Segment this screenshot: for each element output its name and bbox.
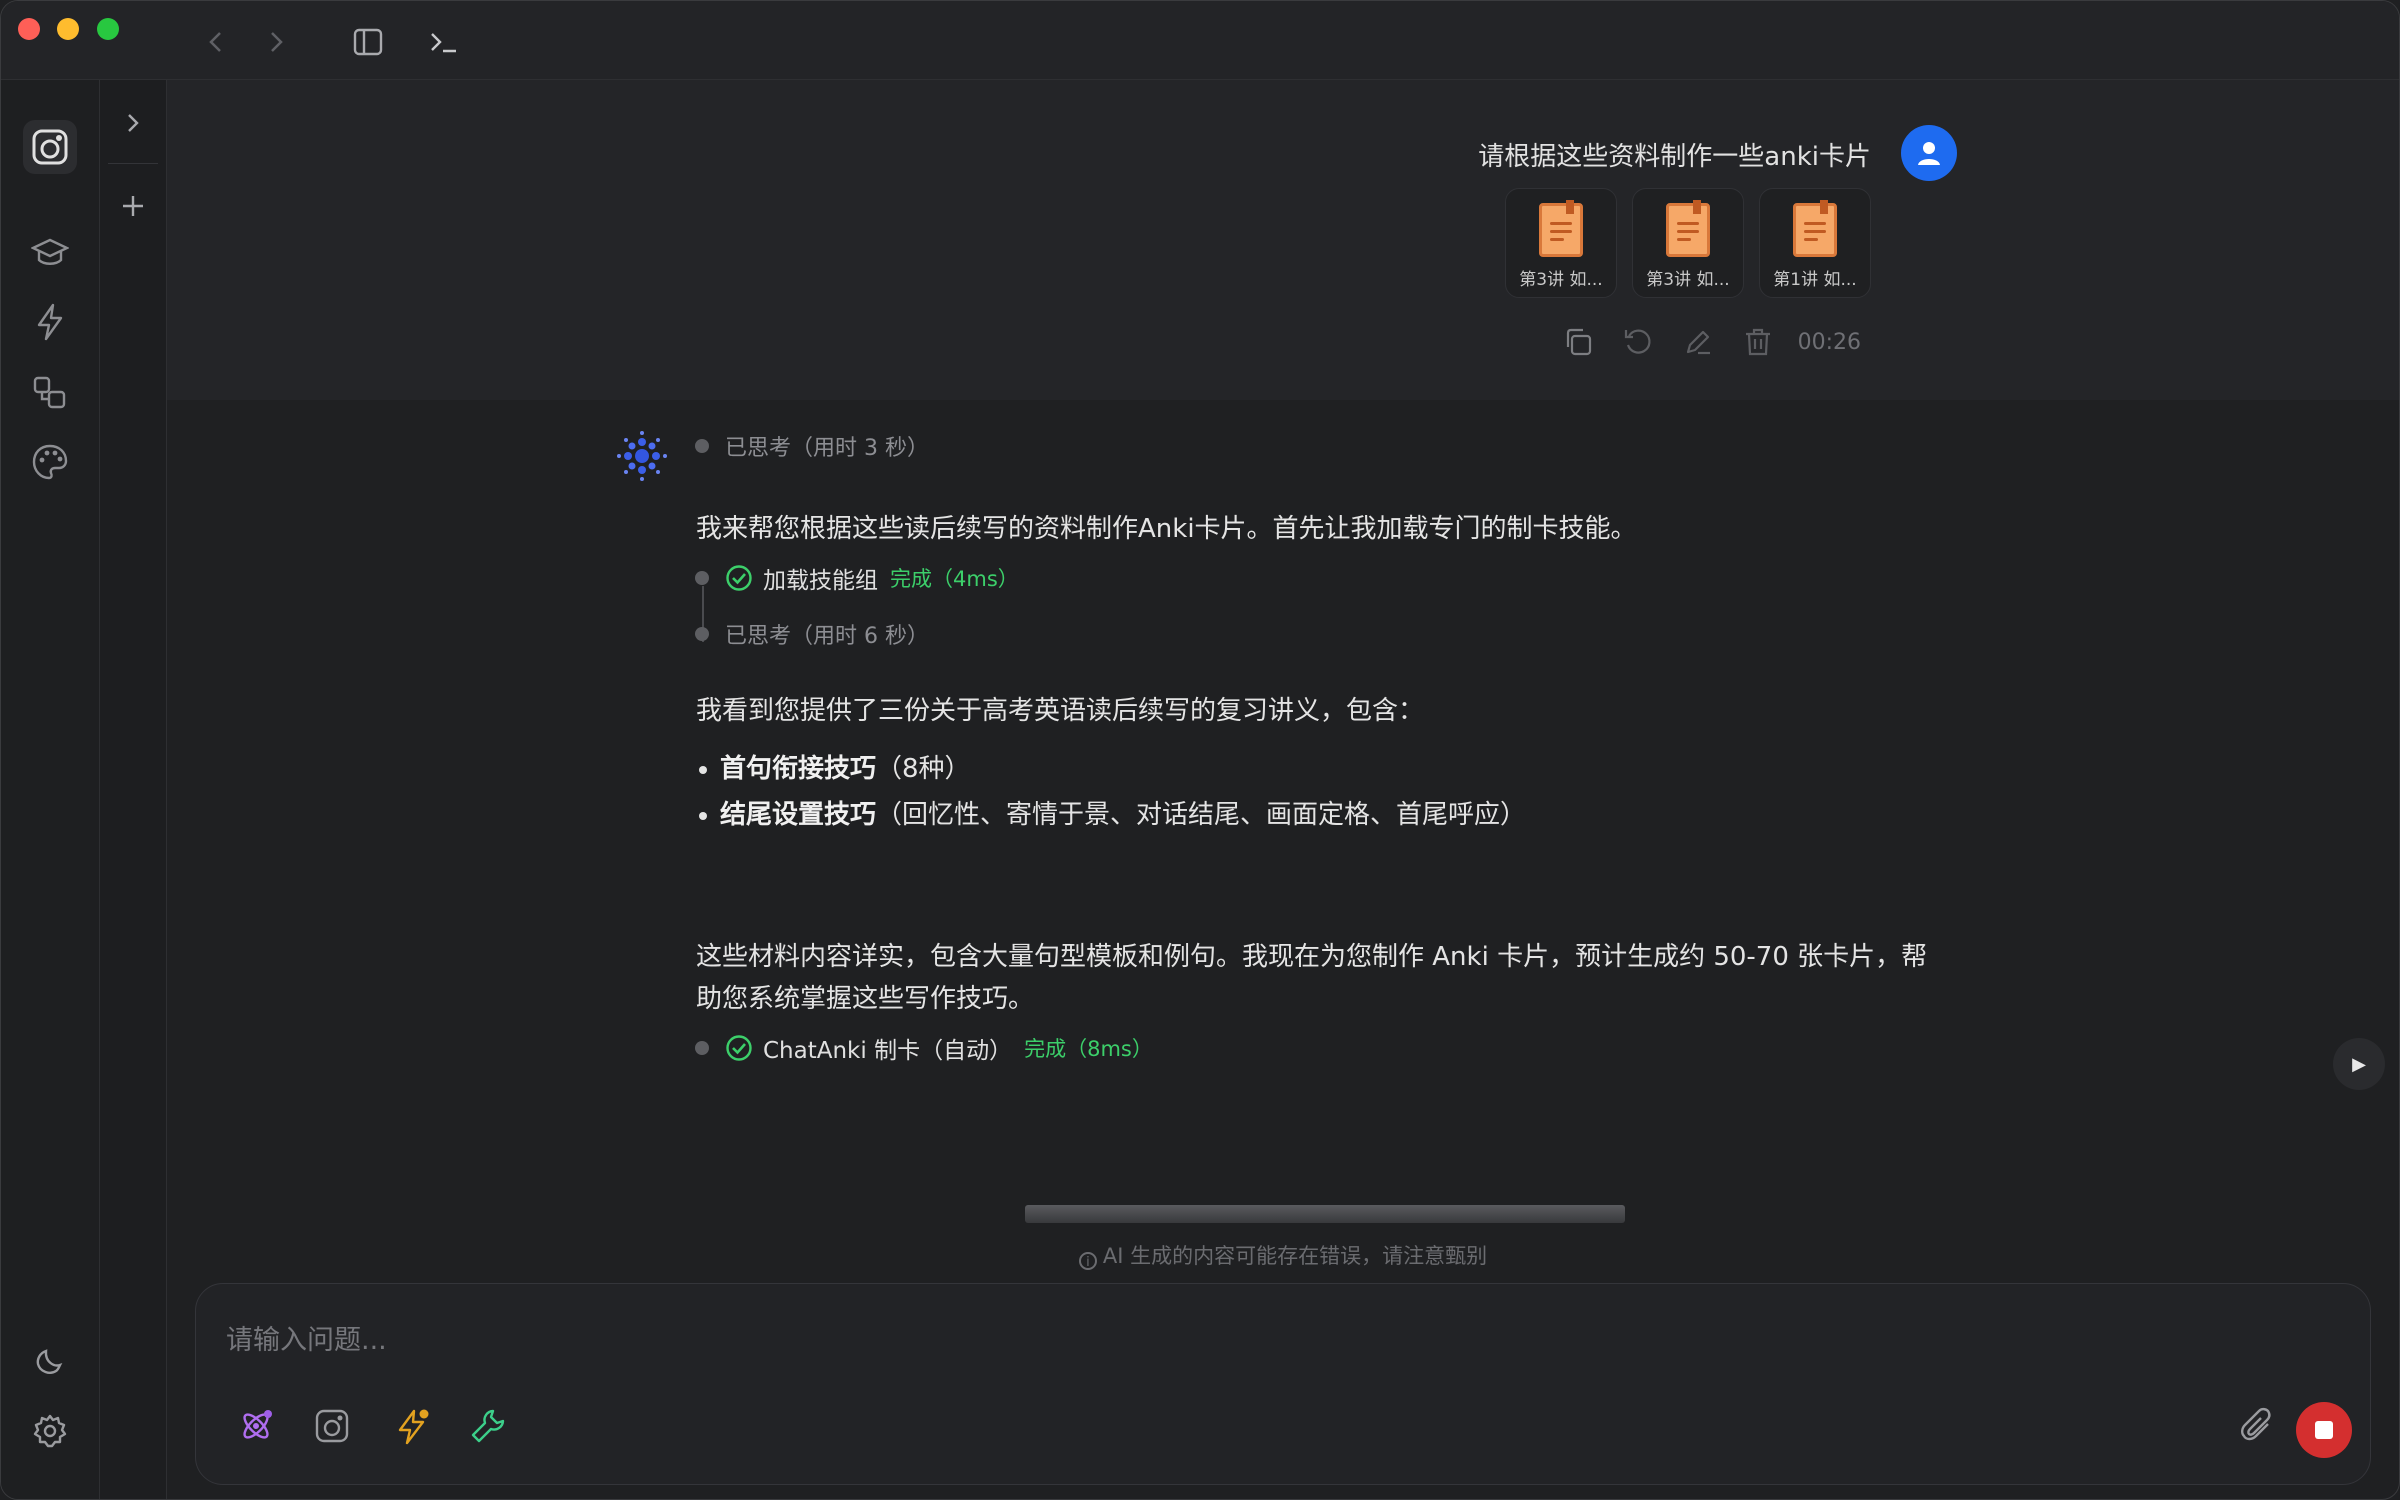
generation-progress-bar: [1025, 1205, 1625, 1223]
stop-square-icon: [2315, 1421, 2333, 1439]
attachment-card[interactable]: 第3讲 如...: [1632, 188, 1744, 298]
elapsed-time: 00:26: [1797, 329, 1861, 355]
moon-icon[interactable]: [28, 1339, 72, 1383]
anki-icon[interactable]: [310, 1404, 354, 1448]
disclaimer-text: AI 生成的内容可能存在错误，请注意甄别: [1102, 1244, 1488, 1268]
assistant-paragraph: 我来帮您根据这些读后续写的资料制作Anki卡片。首先让我加载专门的制卡技能。: [696, 514, 1637, 544]
list-item: 首句衔接技巧（8种）: [698, 746, 1526, 792]
document-icon: [1666, 200, 1710, 257]
divider: [108, 163, 158, 164]
tool-name: 加载技能组: [763, 568, 878, 594]
step-dot: [695, 1041, 709, 1055]
attachment-list: 第3讲 如... 第3讲 如... 第1讲 如...: [1505, 188, 1871, 298]
terminal-icon[interactable]: [427, 25, 461, 59]
atom-icon[interactable]: [234, 1404, 278, 1448]
attachment-card[interactable]: 第1讲 如...: [1759, 188, 1871, 298]
minimize-window-button[interactable]: [57, 18, 79, 40]
user-message-text: 请根据这些资料制作一些anki卡片: [1478, 142, 1871, 172]
chevron-left-icon[interactable]: [199, 25, 233, 59]
assistant-paragraph: 这些材料内容详实，包含大量句型模板和例句。我现在为您制作 Anki 卡片，预计生…: [696, 936, 1927, 1020]
close-window-button[interactable]: [18, 18, 40, 40]
paperclip-icon[interactable]: [2236, 1404, 2280, 1448]
chevron-right-icon[interactable]: [259, 25, 293, 59]
conversation-list-collapsed: [100, 80, 167, 1499]
tool-status: 完成（4ms）: [890, 567, 1019, 591]
graduation-cap-icon[interactable]: [28, 230, 72, 274]
thinking-step[interactable]: 已思考（用时 3 秒）: [695, 430, 929, 462]
copy-icon[interactable]: [1562, 326, 1594, 358]
bullet-bold: 首句衔接技巧: [720, 754, 877, 784]
assistant-bullet-list: 首句衔接技巧（8种） 结尾设置技巧（回忆性、寄情于景、对话结尾、画面定格、首尾呼…: [698, 746, 1527, 838]
left-rail: [1, 80, 100, 1499]
attachment-card[interactable]: 第3讲 如...: [1505, 188, 1617, 298]
bullet-text: （8种）: [876, 754, 971, 784]
palette-icon[interactable]: [28, 440, 72, 484]
copy-shapes-icon[interactable]: [28, 371, 72, 415]
attachment-name: 第3讲 如...: [1519, 270, 1603, 290]
composer-input[interactable]: 请输入问题...: [226, 1318, 387, 1357]
chat-main: 请根据这些资料制作一些anki卡片 第3讲 如... 第3讲 如... 第1讲 …: [167, 80, 2399, 1499]
tool-step[interactable]: ChatAnki 制卡（自动） 完成（8ms）: [695, 1031, 1153, 1065]
delete-icon[interactable]: [1742, 326, 1774, 358]
message-composer[interactable]: 请输入问题...: [195, 1283, 2371, 1485]
tool-name: ChatAnki 制卡（自动）: [763, 1038, 1013, 1064]
edit-icon[interactable]: [1682, 326, 1714, 358]
thinking-label: 已思考（用时 6 秒）: [725, 624, 929, 649]
assistant-paragraph: 我看到您提供了三份关于高考英语读后续写的复习讲义，包含：: [696, 696, 1425, 726]
list-item: 结尾设置技巧（回忆性、寄情于景、对话结尾、画面定格、首尾呼应）: [698, 792, 1527, 838]
message-actions: 00:26: [1562, 326, 1861, 358]
document-icon: [1793, 200, 1837, 257]
retry-icon[interactable]: [1622, 326, 1654, 358]
app-logo-icon[interactable]: [23, 120, 77, 174]
attachment-name: 第3讲 如...: [1646, 270, 1730, 290]
gear-icon[interactable]: [28, 1409, 72, 1453]
user-message-block: 请根据这些资料制作一些anki卡片 第3讲 如... 第3讲 如... 第1讲 …: [167, 80, 2399, 400]
lightning-icon[interactable]: [390, 1404, 434, 1448]
user-avatar-icon: [1901, 125, 1957, 181]
wrench-icon[interactable]: [466, 1404, 510, 1448]
stop-generation-button[interactable]: [2296, 1402, 2352, 1458]
info-icon: i: [1078, 1252, 1097, 1270]
step-dot: [695, 439, 709, 453]
thinking-step[interactable]: 已思考（用时 6 秒）: [695, 618, 929, 650]
bullet-bold: 结尾设置技巧: [720, 800, 877, 830]
sidebar-toggle-icon[interactable]: [351, 25, 385, 59]
maximize-window-button[interactable]: [97, 18, 119, 40]
tool-status: 完成（8ms）: [1024, 1037, 1153, 1061]
check-circle-icon: [726, 565, 752, 591]
lightning-icon[interactable]: [28, 300, 72, 344]
new-chat-plus-icon[interactable]: [117, 190, 149, 222]
title-bar: [1, 1, 2399, 80]
thinking-label: 已思考（用时 3 秒）: [725, 436, 929, 461]
step-dot: [695, 627, 709, 641]
app-window: 请根据这些资料制作一些anki卡片 第3讲 如... 第3讲 如... 第1讲 …: [0, 0, 2400, 1500]
tool-step[interactable]: 加载技能组 完成（4ms）: [695, 561, 1019, 595]
step-dot: [695, 571, 709, 585]
attachment-name: 第1讲 如...: [1773, 270, 1857, 290]
play-icon[interactable]: ▶: [2333, 1038, 2385, 1090]
expand-sidebar-chevron-icon[interactable]: [117, 107, 149, 139]
bullet-text: （回忆性、寄情于景、对话结尾、画面定格、首尾呼应）: [876, 800, 1527, 830]
assistant-avatar-icon: [614, 428, 670, 484]
paragraph-line: 这些材料内容详实，包含大量句型模板和例句。我现在为您制作 Anki 卡片，预计生…: [696, 942, 1928, 972]
check-circle-icon: [726, 1035, 752, 1061]
paragraph-line: 助您系统掌握这些写作技巧。: [696, 984, 1035, 1014]
disclaimer: i AI 生成的内容可能存在错误，请注意甄别: [167, 1240, 2399, 1270]
document-icon: [1539, 200, 1583, 257]
